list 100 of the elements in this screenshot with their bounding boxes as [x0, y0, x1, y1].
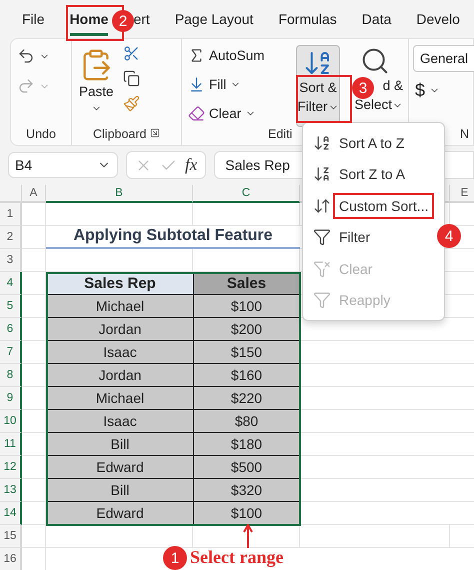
sheet-cell[interactable]: [22, 502, 46, 525]
table-cell: Jordan: [46, 318, 193, 341]
formula-controls: fx: [126, 151, 206, 179]
row-header[interactable]: 6: [0, 318, 22, 341]
table-cell: $160: [193, 364, 300, 387]
cut-icon: [122, 45, 140, 62]
step-badge: 2: [112, 10, 134, 32]
sheet-cell[interactable]: [22, 410, 46, 433]
row-header[interactable]: 1: [0, 203, 22, 226]
sheet-title: Applying Subtotal Feature: [46, 226, 300, 249]
row-header[interactable]: 16: [0, 548, 22, 570]
sheet-cell[interactable]: [22, 525, 46, 548]
redo-icon: [17, 77, 35, 95]
table-cell: $80: [193, 410, 300, 433]
fill-down-icon: [188, 76, 205, 93]
sheet-cell[interactable]: [300, 525, 450, 548]
row-header[interactable]: 10: [0, 410, 22, 433]
row-header[interactable]: 3: [0, 249, 22, 272]
table-cell: $500: [193, 456, 300, 479]
sheet-cell[interactable]: [22, 456, 46, 479]
table-cell: Michael: [46, 387, 193, 410]
autosum-button[interactable]: AutoSum: [186, 45, 290, 66]
table-cell: Isaac: [46, 410, 193, 433]
table-header: Sales: [193, 272, 300, 295]
column-header[interactable]: A: [22, 185, 46, 203]
row-header[interactable]: 13: [0, 479, 22, 502]
row-header[interactable]: 12: [0, 456, 22, 479]
row-header[interactable]: 4: [0, 272, 22, 295]
row-header[interactable]: 15: [0, 525, 22, 548]
table-cell: $150: [193, 341, 300, 364]
name-box[interactable]: B4: [8, 152, 118, 178]
format-painter-icon: [122, 95, 140, 112]
row-header[interactable]: 9: [0, 387, 22, 410]
table-cell: Edward: [46, 456, 193, 479]
group-label: N: [458, 127, 469, 141]
currency-button[interactable]: $: [413, 78, 469, 103]
sort-ascending-icon: [313, 134, 331, 152]
row-header[interactable]: 11: [0, 433, 22, 456]
sheet-cell[interactable]: [22, 387, 46, 410]
row-header[interactable]: 8: [0, 364, 22, 387]
table-cell: $180: [193, 433, 300, 456]
fill-button[interactable]: Fill: [186, 74, 290, 95]
sheet-cell[interactable]: [193, 249, 300, 272]
ribbon-tab[interactable]: Formulas: [278, 2, 337, 36]
ribbon-tab[interactable]: Develo: [416, 2, 460, 36]
table-cell: $320: [193, 479, 300, 502]
table-cell: $200: [193, 318, 300, 341]
table-cell: Edward: [46, 502, 193, 525]
menu-item[interactable]: Sort Z to A: [303, 158, 422, 190]
search-icon: [360, 46, 390, 76]
menu-item[interactable]: Sort A to Z: [303, 127, 420, 158]
group-label: Clipboard: [76, 127, 177, 141]
sheet-cell[interactable]: [46, 203, 193, 226]
ribbon-tab[interactable]: File: [22, 2, 45, 36]
sheet-cell[interactable]: [22, 479, 46, 502]
row-header[interactable]: 14: [0, 502, 22, 525]
instruction-text: Select range: [190, 547, 284, 568]
highlight-frame: [296, 75, 352, 123]
sheet-cell[interactable]: [22, 295, 46, 318]
menu-item[interactable]: Filter: [303, 222, 386, 253]
sheet-cell[interactable]: [193, 203, 300, 226]
sheet-cell[interactable]: [22, 249, 46, 272]
sheet-cell[interactable]: [46, 249, 193, 272]
ribbon-tab[interactable]: Page Layout: [174, 2, 254, 36]
copy-icon: [122, 70, 140, 87]
table-cell: Bill: [46, 433, 193, 456]
sheet-cell[interactable]: [193, 525, 300, 548]
ribbon-tab[interactable]: Data: [362, 2, 392, 36]
sort-descending-icon: [313, 165, 331, 184]
clear-button[interactable]: Clear: [186, 103, 290, 124]
table-cell: $100: [193, 502, 300, 525]
table-cell: Isaac: [46, 341, 193, 364]
table-cell: Jordan: [46, 364, 193, 387]
undo-icon: [17, 47, 35, 65]
sheet-cell[interactable]: [22, 433, 46, 456]
paste-button[interactable]: Paste: [76, 45, 117, 127]
number-format-field[interactable]: General: [413, 45, 474, 72]
row-header[interactable]: 5: [0, 295, 22, 318]
pointer-arrow: [243, 524, 253, 548]
dialog-launcher-icon: [150, 128, 160, 138]
table-header: Sales Rep: [46, 272, 193, 295]
sheet-cell[interactable]: [22, 341, 46, 364]
column-header[interactable]: C: [193, 185, 300, 203]
column-header[interactable]: E: [450, 185, 474, 203]
table-cell: Bill: [46, 479, 193, 502]
ribbon-tab[interactable]: ert: [133, 2, 150, 36]
reapply-filter-icon: [313, 291, 331, 310]
group-label: Undo: [25, 127, 57, 141]
custom-sort-icon: [313, 196, 331, 215]
sheet-cell[interactable]: [22, 318, 46, 341]
column-header[interactable]: B: [46, 185, 193, 203]
filter-icon: [313, 228, 331, 246]
sheet-cell[interactable]: [22, 272, 46, 295]
row-header[interactable]: 7: [0, 341, 22, 364]
sheet-cell[interactable]: [22, 203, 46, 226]
row-header[interactable]: 2: [0, 226, 22, 249]
sheet-cell[interactable]: [22, 226, 46, 249]
eraser-icon: [188, 105, 205, 122]
sheet-cell[interactable]: [22, 364, 46, 387]
group-label: Editi: [267, 127, 294, 141]
